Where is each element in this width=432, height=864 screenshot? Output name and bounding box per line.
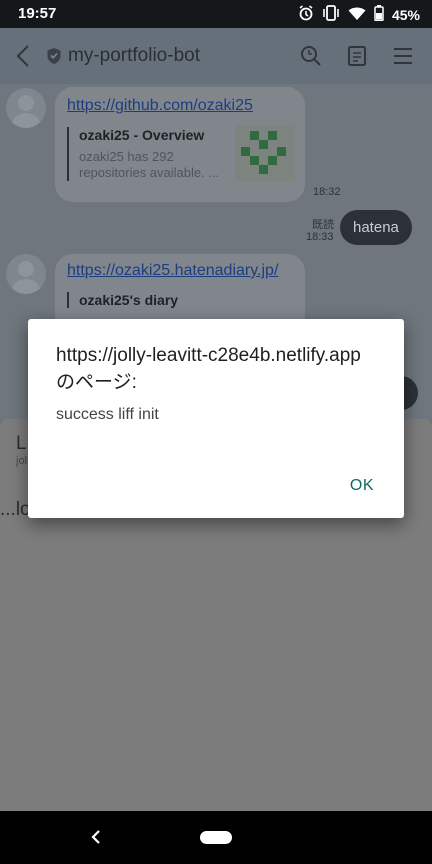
loading-text: ...lo xyxy=(0,499,31,520)
alarm-icon xyxy=(298,5,314,24)
preview-title: ozaki25 - Overview xyxy=(79,127,205,143)
back-arrow-icon[interactable] xyxy=(14,44,34,68)
preview-description: ozaki25 has 292 repositories available. … xyxy=(79,149,220,180)
bot-avatar[interactable] xyxy=(6,254,46,294)
link-preview-card[interactable]: ozaki25 - Overview ozaki25 has 292 repos… xyxy=(67,127,229,181)
status-icons: 45% xyxy=(298,5,420,24)
menu-icon[interactable] xyxy=(392,45,414,67)
message-link[interactable]: https://ozaki25.hatenadiary.jp/ xyxy=(67,262,278,280)
chat-header: my-portfolio-bot xyxy=(0,28,432,84)
shield-icon xyxy=(46,47,62,70)
dialog-title: https://jolly-leavitt-c28e4b.netlify.app… xyxy=(56,345,361,393)
chat-title: my-portfolio-bot xyxy=(68,45,200,66)
liff-title: L xyxy=(16,433,27,454)
search-icon[interactable] xyxy=(300,45,322,67)
dialog-message: success liff init xyxy=(56,406,159,423)
preview-title: ozaki25's diary xyxy=(79,292,179,308)
ok-button[interactable]: OK xyxy=(350,477,374,495)
home-pill-icon[interactable] xyxy=(200,831,232,844)
status-bar: 19:57 45% xyxy=(0,0,432,28)
my-message-bubble[interactable]: hatena xyxy=(340,210,412,245)
link-preview-card[interactable]: ozaki25's diary xyxy=(67,292,178,308)
navigation-bar xyxy=(0,811,432,864)
message-link[interactable]: https://github.com/ozaki25 xyxy=(67,97,253,115)
notes-icon[interactable] xyxy=(346,45,368,67)
nav-back-icon[interactable] xyxy=(89,829,103,845)
vibrate-icon xyxy=(322,5,340,24)
wifi-icon xyxy=(348,6,366,24)
bot-avatar[interactable] xyxy=(6,88,46,128)
message-bubble[interactable]: https://github.com/ozaki25 ozaki25 - Ove… xyxy=(55,87,305,202)
preview-thumbnail xyxy=(235,125,295,181)
alert-dialog: https://jolly-leavitt-c28e4b.netlify.app… xyxy=(28,319,404,518)
battery-icon xyxy=(374,5,384,24)
message-time: 18:32 xyxy=(313,186,341,198)
read-receipt: 既読 xyxy=(312,219,334,231)
message-time: 18:33 xyxy=(306,231,334,243)
status-time: 19:57 xyxy=(18,5,57,22)
battery-percent: 45% xyxy=(391,6,420,23)
